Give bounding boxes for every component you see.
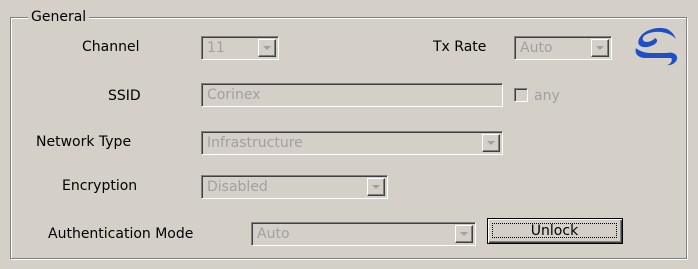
tx-rate-label: Tx Rate [433,39,487,55]
encryption-select[interactable]: Disabled [201,175,388,199]
auth-mode-select[interactable]: Auto [251,222,476,246]
unlock-button[interactable]: Unlock [487,218,623,244]
chevron-down-icon[interactable] [591,39,609,57]
chevron-down-icon[interactable] [367,178,385,196]
any-checkbox[interactable] [514,88,528,102]
tx-rate-select[interactable]: Auto [514,36,612,60]
unlock-button-label: Unlock [492,223,617,239]
network-type-value: Infrastructure [207,135,303,151]
auth-mode-label: Authentication Mode [48,226,194,242]
network-type-select[interactable]: Infrastructure [201,131,503,155]
tx-rate-value: Auto [520,40,553,56]
ssid-value: Corinex [207,87,261,103]
encryption-label: Encryption [62,178,138,194]
chevron-down-icon[interactable] [258,39,276,57]
channel-select[interactable]: 11 [201,36,279,60]
encryption-value: Disabled [207,179,268,195]
ssid-label: SSID [108,88,141,104]
groupbox-title: General [28,8,90,26]
channel-value: 11 [207,40,225,56]
chevron-down-icon[interactable] [455,225,473,243]
corinex-logo-icon [635,28,678,66]
auth-mode-value: Auto [257,226,290,242]
chevron-down-icon[interactable] [482,134,500,152]
channel-label: Channel [82,39,140,55]
ssid-field[interactable]: Corinex [201,83,503,107]
network-type-label: Network Type [36,134,132,150]
any-checkbox-label: any [534,88,560,104]
